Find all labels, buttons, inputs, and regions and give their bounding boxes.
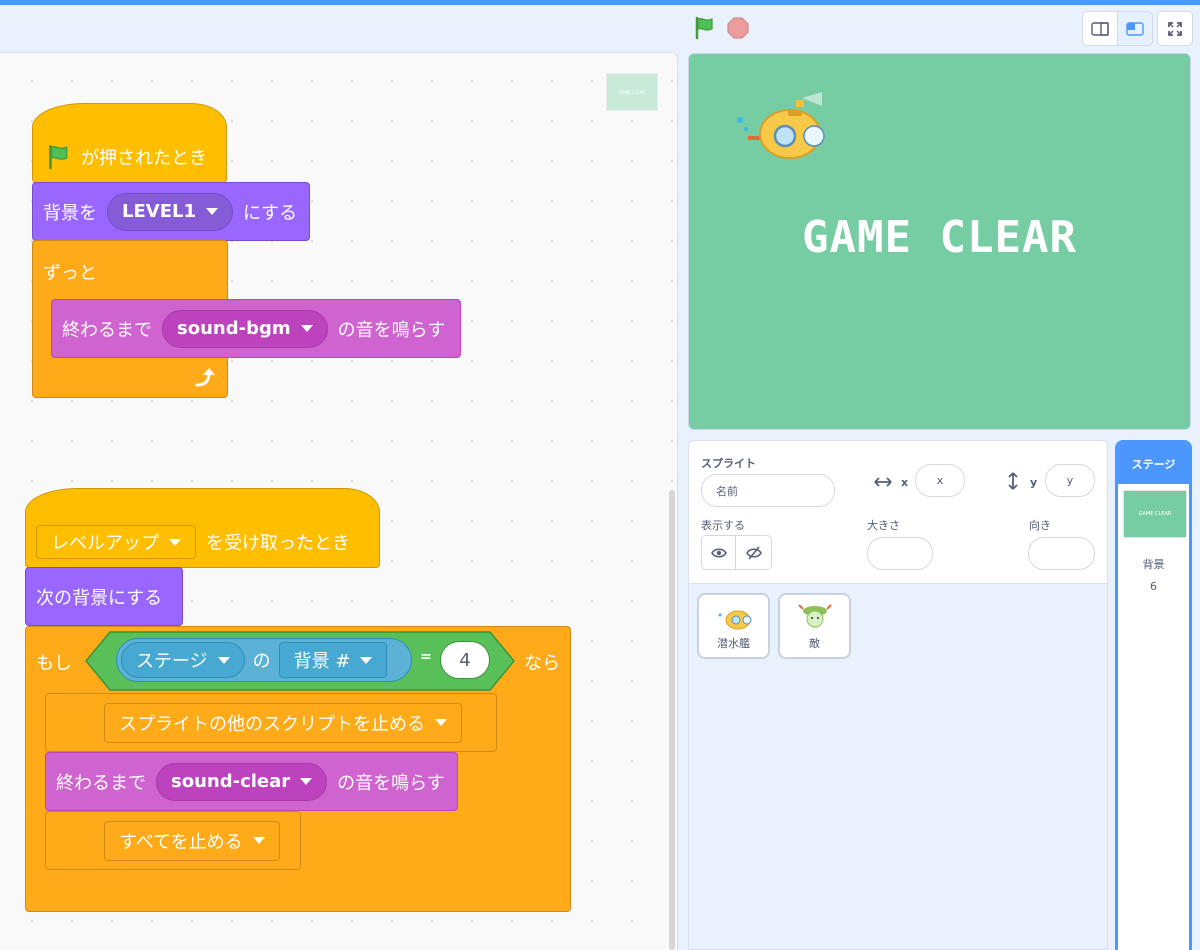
submarine-icon xyxy=(718,610,751,630)
chevron-down-icon xyxy=(300,778,313,785)
chevron-down-icon xyxy=(217,656,230,664)
stop-icon[interactable] xyxy=(724,14,752,42)
dropdown-value: LEVEL1 xyxy=(122,201,196,222)
play-sound-until-done-block[interactable]: 終わるまで sound-bgm の音を鳴らす xyxy=(51,299,461,358)
hat-label: が押されたとき xyxy=(81,148,207,169)
attribute-dropdown[interactable]: 背景 # xyxy=(278,642,388,678)
block-label: の音を鳴らす xyxy=(337,772,445,794)
vertical-arrow-icon xyxy=(1008,472,1018,490)
chevron-down-icon xyxy=(169,538,181,546)
hide-sprite-button[interactable] xyxy=(736,535,772,570)
enemy-icon xyxy=(797,604,832,628)
sprite-tile-submarine[interactable]: 潜水艦 xyxy=(697,593,770,659)
chevron-down-icon xyxy=(360,656,373,664)
stage-pane-header: ステージ xyxy=(1118,443,1189,484)
code-area[interactable]: GAME CLEAR が押されたとき 背景を LEVEL1 にする ずっと 終わ… xyxy=(0,52,678,950)
dropdown-value: スプライトの他のスクリプトを止める xyxy=(119,713,425,735)
block-label: の音を鳴らす xyxy=(337,319,446,341)
block-label: 次の背景にする xyxy=(36,587,163,609)
compare-value-input[interactable]: 4 xyxy=(440,641,490,679)
dropdown-value: 背景 # xyxy=(293,651,351,672)
backdrop-count: 6 xyxy=(1150,580,1157,593)
sprite-label: スプライト xyxy=(701,457,756,470)
dropdown-value: sound-clear xyxy=(171,771,291,792)
eye-slash-icon xyxy=(745,545,762,560)
stop-option-dropdown[interactable]: すべてを止める xyxy=(104,820,280,861)
block-label: 終わるまで xyxy=(62,319,152,341)
sprite-pane: スプライト 名前 x x y y 表示する 大きさ 向き 潜水艦 敵 xyxy=(688,440,1108,950)
block-label: の xyxy=(252,651,271,672)
block-label: 終わるまで xyxy=(56,772,146,794)
direction-input[interactable] xyxy=(1028,537,1095,570)
normal-stage-icon xyxy=(1126,21,1144,36)
x-input[interactable]: x xyxy=(915,464,965,497)
sprite-tile-enemy[interactable]: 敵 xyxy=(778,593,851,659)
dropdown-value: ステージ xyxy=(136,651,208,672)
submarine-icon xyxy=(737,92,825,159)
switch-backdrop-block[interactable]: 背景を LEVEL1 にする xyxy=(32,182,310,241)
message-dropdown[interactable]: レベルアップ xyxy=(36,525,196,559)
stop-all-block[interactable]: すべてを止める xyxy=(45,811,301,870)
play-sound-until-done-block[interactable]: 終わるまで sound-clear の音を鳴らす xyxy=(45,752,458,811)
sprite-name-input[interactable]: 名前 xyxy=(701,474,835,507)
show-label: 表示する xyxy=(701,519,745,532)
green-flag-icon[interactable] xyxy=(690,14,718,42)
loop-arrow-icon xyxy=(195,368,215,387)
minimap-text: GAME CLEAR xyxy=(618,90,646,95)
stage-text: GAME CLEAR xyxy=(802,212,1077,263)
show-sprite-button[interactable] xyxy=(701,535,736,570)
x-label: x xyxy=(901,476,909,489)
stop-others-block[interactable]: スプライトの他のスクリプトを止める xyxy=(45,693,497,752)
size-input[interactable] xyxy=(867,537,933,570)
backdrop-label: 背景 xyxy=(1142,558,1165,571)
stage-selector-pane[interactable]: ステージ GAME CLEAR 背景 6 xyxy=(1115,440,1192,950)
next-backdrop-block[interactable]: 次の背景にする xyxy=(25,567,183,626)
chevron-down-icon xyxy=(206,208,218,215)
fullscreen-icon xyxy=(1168,21,1182,36)
dropdown-value: sound-bgm xyxy=(177,318,291,339)
block-label: なら xyxy=(524,653,560,674)
when-flag-clicked-block[interactable]: が押されたとき xyxy=(32,103,227,183)
code-scrollbar[interactable] xyxy=(669,490,675,950)
dropdown-value: レベルアップ xyxy=(51,533,159,554)
stop-option-dropdown[interactable]: スプライトの他のスクリプトを止める xyxy=(104,702,462,743)
sprite-name: 潜水艦 xyxy=(717,637,750,650)
chevron-down-icon xyxy=(435,719,447,726)
sound-dropdown[interactable]: sound-bgm xyxy=(162,309,328,348)
size-label: 大きさ xyxy=(867,519,900,532)
small-stage-icon xyxy=(1091,21,1109,36)
sprite-info-panel: スプライト 名前 x x y y 表示する 大きさ 向き xyxy=(689,441,1107,584)
when-i-receive-block[interactable]: レベルアップ を受け取ったとき xyxy=(25,488,380,568)
hat-label: を受け取ったとき xyxy=(206,533,350,554)
block-label: 背景を xyxy=(43,202,97,224)
fullscreen-button[interactable] xyxy=(1157,11,1193,46)
chevron-down-icon xyxy=(252,837,265,844)
chevron-down-icon xyxy=(300,325,313,332)
sprite-name: 敵 xyxy=(809,637,820,650)
eye-icon xyxy=(710,547,727,558)
backdrop-dropdown[interactable]: LEVEL1 xyxy=(107,192,233,231)
sensing-target-dropdown[interactable]: ステージ xyxy=(121,642,245,678)
green-flag-icon xyxy=(49,144,68,170)
block-label: にする xyxy=(243,202,298,224)
stage-thumbnail[interactable]: GAME CLEAR xyxy=(1123,490,1187,538)
horizontal-arrow-icon xyxy=(874,477,892,487)
equals-sign: = xyxy=(420,649,432,665)
y-input[interactable]: y xyxy=(1045,464,1095,497)
dropdown-value: すべてを止める xyxy=(119,831,243,853)
direction-label: 向き xyxy=(1029,519,1051,532)
sensing-of-block[interactable]: ステージ の 背景 # xyxy=(116,638,412,682)
y-label: y xyxy=(1030,476,1038,489)
small-stage-button[interactable] xyxy=(1082,11,1118,46)
block-label: ずっと xyxy=(43,263,97,284)
workspace-minimap: GAME CLEAR xyxy=(606,73,658,111)
sound-dropdown[interactable]: sound-clear xyxy=(156,762,328,801)
normal-stage-button[interactable] xyxy=(1117,11,1153,46)
block-label: もし xyxy=(36,653,72,674)
stage-header xyxy=(0,5,1200,52)
